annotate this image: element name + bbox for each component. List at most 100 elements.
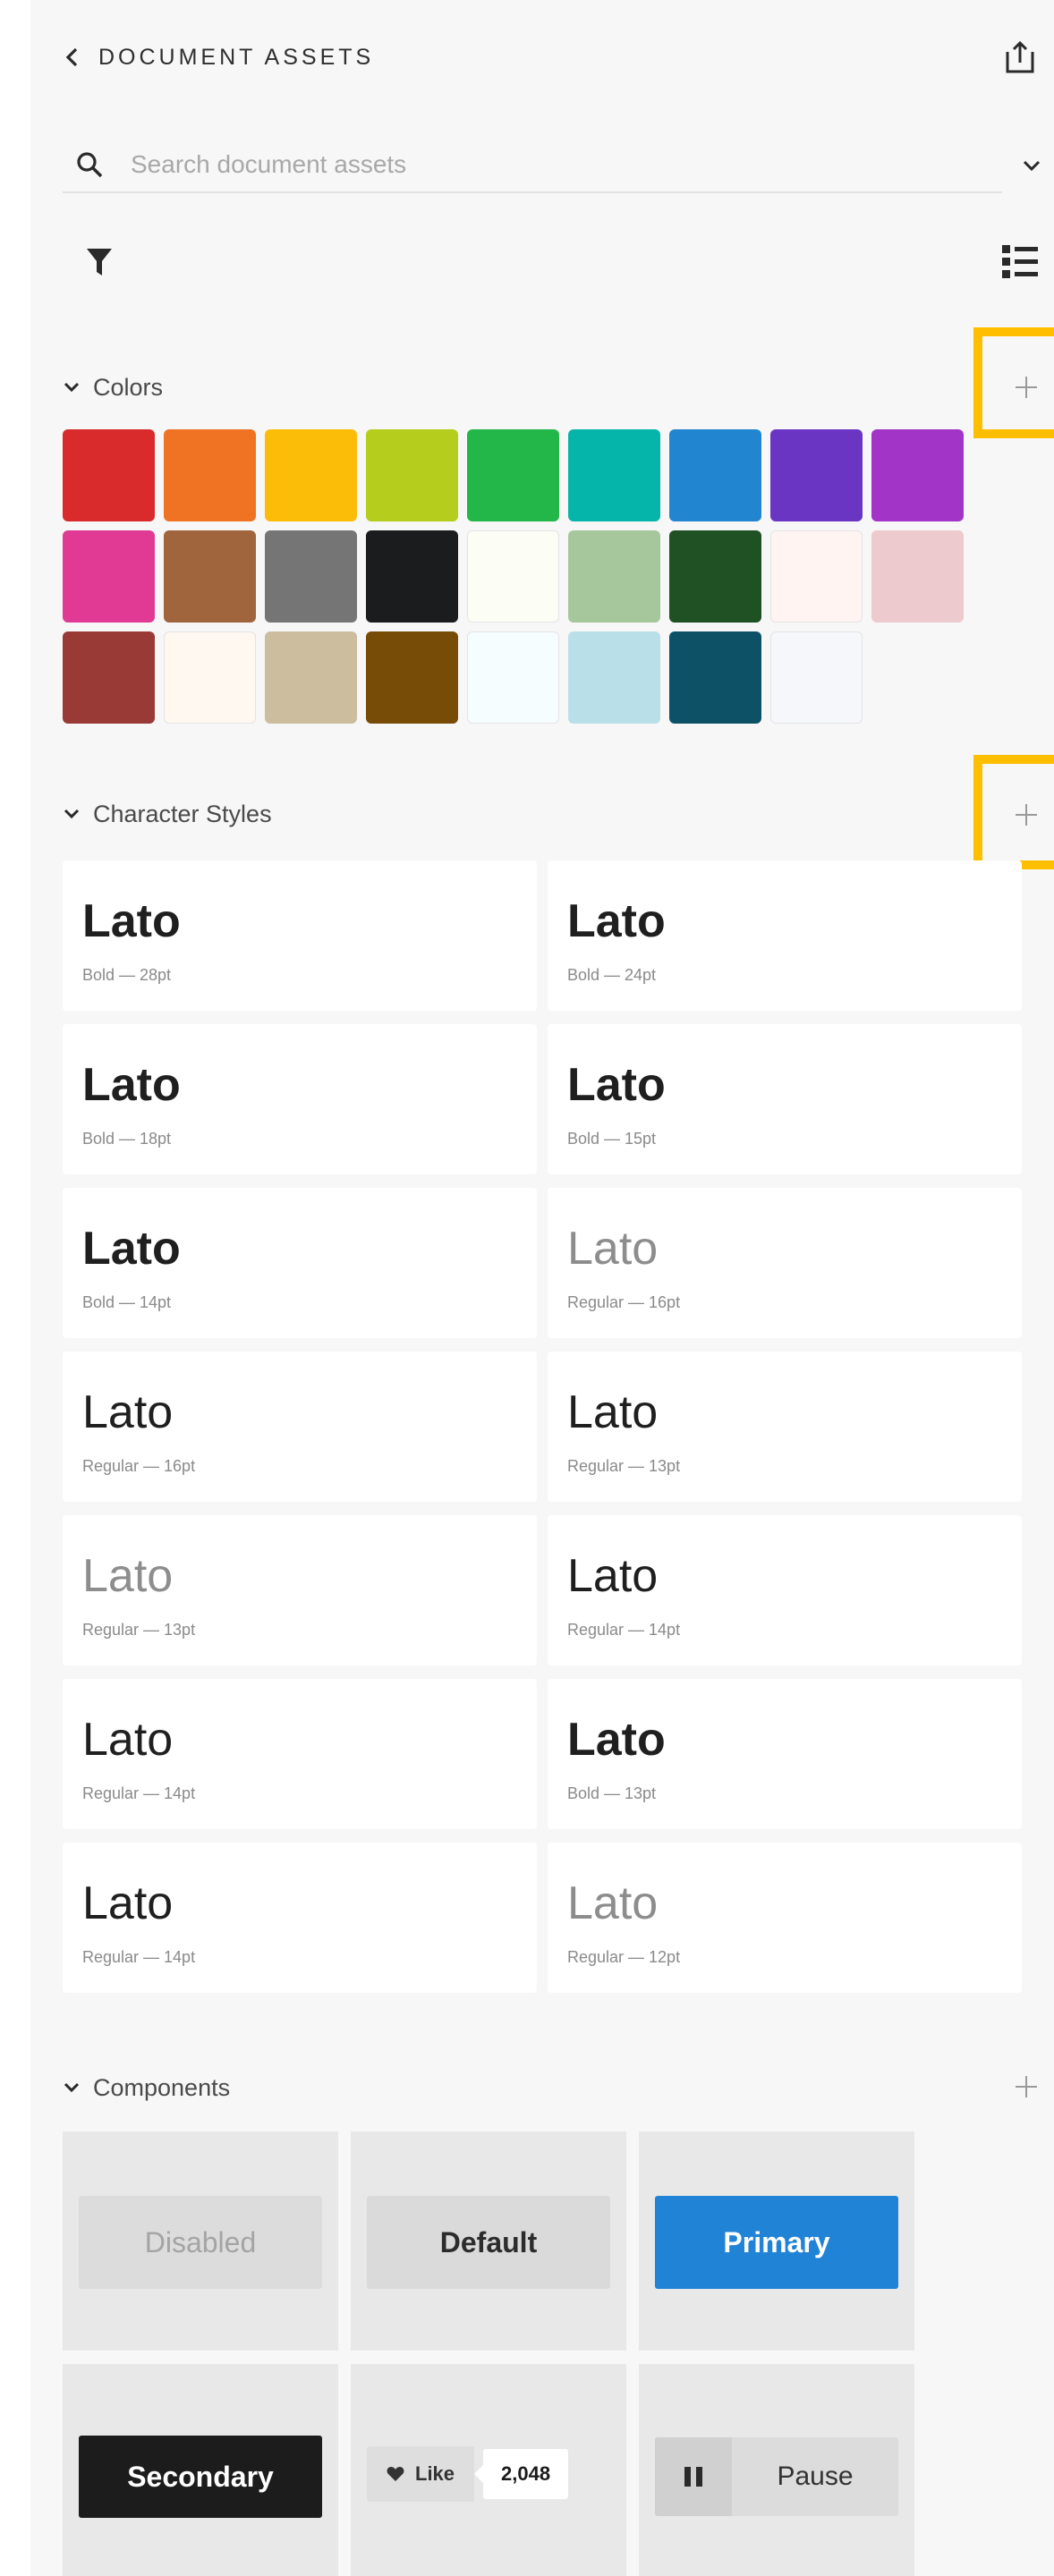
character-style-meta: Bold — 18pt [82,1130,172,1148]
character-style-meta: Regular — 13pt [567,1457,681,1475]
color-swatch[interactable] [871,429,964,521]
character-style-card[interactable]: Lato Bold — 28pt [63,860,537,1011]
components-section-header[interactable]: Components [63,2070,230,2106]
character-style-font: Lato [82,1223,181,1275]
character-style-font: Lato [82,895,181,947]
character-style-card[interactable]: Lato Regular — 12pt [548,1843,1022,1993]
color-swatch[interactable] [770,631,863,724]
color-swatch[interactable] [669,631,761,724]
like-button: Like [367,2446,475,2502]
color-swatch[interactable] [467,631,559,724]
character-style-meta: Regular — 16pt [82,1457,196,1475]
default-button: Default [367,2196,610,2289]
color-swatch[interactable] [669,429,761,521]
character-style-font: Lato [567,895,666,947]
character-style-font: Lato [567,1877,659,1929]
color-swatch[interactable] [366,530,458,623]
panel-title: DOCUMENT ASSETS [98,44,375,70]
component-tile-like[interactable]: Like 2,048 [351,2364,626,2576]
chevron-down-icon [63,2079,81,2097]
character-style-font: Lato [82,1059,181,1111]
character-style-font: Lato [82,1877,174,1929]
component-tile-pause[interactable]: Pause [639,2364,914,2576]
add-character-style-button[interactable] [1006,794,1047,835]
color-swatch[interactable] [669,530,761,623]
character-style-font: Lato [567,1059,666,1111]
color-swatch[interactable] [568,631,660,724]
chevron-down-icon[interactable] [1016,150,1047,181]
character-style-card[interactable]: Lato Bold — 15pt [548,1024,1022,1174]
components-section-title: Components [93,2073,231,2101]
character-style-font: Lato [567,1550,659,1602]
character-style-card[interactable]: Lato Bold — 13pt [548,1679,1022,1829]
search-input[interactable] [131,150,936,179]
chevron-down-icon [63,378,81,396]
pause-button: Pause [655,2437,898,2516]
character-style-meta: Regular — 12pt [567,1948,681,1966]
character-style-meta: Regular — 14pt [82,1948,196,1966]
character-style-card[interactable]: Lato Regular — 16pt [548,1188,1022,1338]
character-styles-section-header[interactable]: Character Styles [63,796,272,832]
character-style-font: Lato [567,1714,666,1766]
pause-label: Pause [777,2462,854,2491]
panel-gutter [0,0,30,2576]
color-swatch[interactable] [63,631,155,724]
color-swatch[interactable] [265,429,357,521]
color-swatch[interactable] [164,530,256,623]
add-color-button[interactable] [1006,367,1047,408]
color-swatch[interactable] [265,631,357,724]
color-swatch[interactable] [164,429,256,521]
back-icon[interactable] [63,47,82,67]
heart-icon [387,2466,404,2482]
character-style-card[interactable]: Lato Regular — 16pt [63,1352,537,1502]
color-swatch[interactable] [164,631,256,724]
colors-section-title: Colors [93,373,164,401]
filter-icon[interactable] [86,247,113,277]
character-style-card[interactable]: Lato Bold — 24pt [548,860,1022,1011]
color-swatch[interactable] [366,429,458,521]
character-style-font: Lato [82,1714,174,1766]
character-style-meta: Regular — 14pt [82,1784,196,1802]
like-label: Like [415,2462,455,2485]
list-view-icon[interactable] [1000,242,1040,283]
color-swatch[interactable] [467,530,559,623]
primary-button: Primary [655,2196,898,2289]
character-style-card[interactable]: Lato Bold — 14pt [63,1188,537,1338]
character-style-font: Lato [567,1386,659,1438]
share-icon[interactable] [1000,38,1040,77]
character-style-font: Lato [567,1223,659,1275]
component-tile-secondary[interactable]: Secondary [63,2364,338,2576]
add-component-button[interactable] [1006,2066,1047,2107]
character-style-font: Lato [82,1550,174,1602]
panel-header: DOCUMENT ASSETS [63,39,374,75]
color-swatch[interactable] [770,530,863,623]
component-tile-disabled[interactable]: Disabled [63,2131,338,2351]
component-tile-default[interactable]: Default [351,2131,626,2351]
character-style-meta: Regular — 14pt [567,1621,681,1639]
colors-section-header[interactable]: Colors [63,369,163,405]
disabled-button: Disabled [79,2196,322,2289]
character-style-card[interactable]: Lato Regular — 14pt [548,1515,1022,1665]
color-swatch[interactable] [871,530,964,623]
character-style-card[interactable]: Lato Regular — 13pt [63,1515,537,1665]
color-swatch[interactable] [568,530,660,623]
component-tile-primary[interactable]: Primary [639,2131,914,2351]
character-style-meta: Bold — 13pt [567,1784,657,1802]
character-style-meta: Bold — 14pt [82,1293,172,1311]
like-button-group: Like 2,048 [367,2446,569,2502]
color-swatch[interactable] [568,429,660,521]
color-swatch[interactable] [467,429,559,521]
character-style-card[interactable]: Lato Bold — 18pt [63,1024,537,1174]
color-swatch[interactable] [63,429,155,521]
color-swatch[interactable] [265,530,357,623]
character-style-card[interactable]: Lato Regular — 14pt [63,1679,537,1829]
character-style-meta: Bold — 28pt [82,966,172,984]
color-swatch[interactable] [63,530,155,623]
search-icon [75,150,104,179]
character-style-card[interactable]: Lato Regular — 14pt [63,1843,537,1993]
secondary-button: Secondary [79,2436,322,2518]
character-style-card[interactable]: Lato Regular — 13pt [548,1352,1022,1502]
color-swatch[interactable] [366,631,458,724]
pause-icon [655,2437,732,2516]
color-swatch[interactable] [770,429,863,521]
